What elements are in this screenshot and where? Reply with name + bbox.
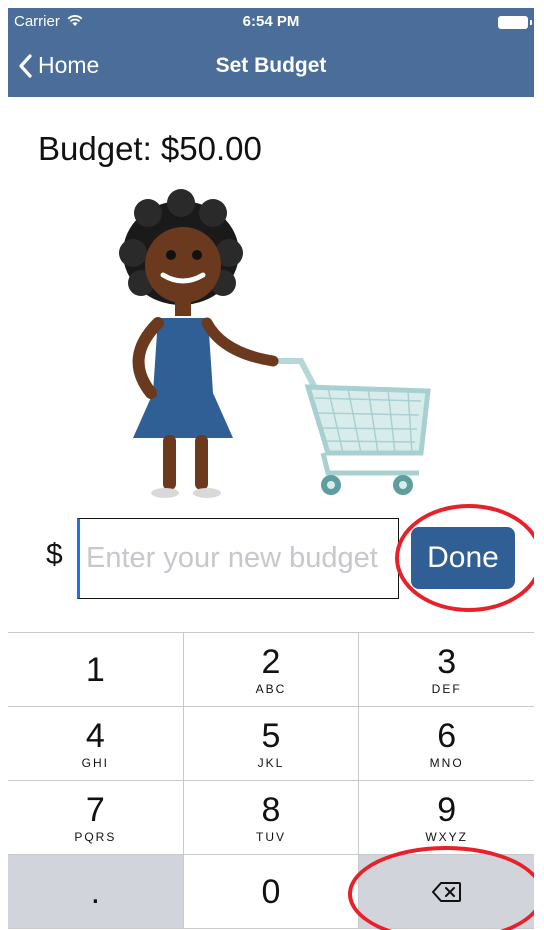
budget-amount-label: Budget: $50.00 — [38, 130, 262, 167]
page-title: Set Budget — [215, 54, 327, 77]
key-9[interactable]: 9 WXYZ — [359, 781, 534, 855]
key-1[interactable]: 1 — [8, 633, 184, 707]
key-5[interactable]: 5 JKL — [183, 707, 360, 781]
battery-icon — [498, 16, 532, 29]
key-7[interactable]: 7 PQRS — [8, 781, 184, 855]
navigation-bar: Carrier 6:54 PM Home Set Budget — [8, 8, 534, 97]
key-delete[interactable] — [359, 855, 534, 929]
keypad-row: 7 PQRS 8 TUV 9 WXYZ — [8, 781, 534, 855]
status-bar: Carrier 6:54 PM — [8, 8, 534, 34]
keypad-row: 4 GHI 5 JKL 6 MNO — [8, 707, 534, 781]
numeric-keypad: 1 2 ABC 3 DEF 4 GHI 5 JKL 6 MNO 7 PQRS 8 TUV 9W… — [8, 632, 534, 930]
keypad-row: 1 2 ABC 3 DEF — [8, 633, 534, 707]
key-4[interactable]: 4 GHI — [8, 707, 184, 781]
girl-with-cart-illustration — [119, 189, 431, 498]
budget-input[interactable] — [77, 518, 399, 599]
status-time: 6:54 PM — [242, 13, 300, 30]
done-button[interactable]: Done — [411, 527, 515, 589]
keypad-row: . 0 — [8, 855, 534, 929]
key-3[interactable]: 3 DEF — [359, 633, 534, 707]
key-2[interactable]: 2 ABC — [183, 633, 360, 707]
key-8[interactable]: 8 TUV — [183, 781, 360, 855]
girl-figure — [119, 189, 279, 498]
key-6[interactable]: 6 MNO — [359, 707, 534, 781]
currency-symbol: $ — [46, 538, 63, 571]
shopping-cart-icon — [270, 358, 431, 495]
key-decimal[interactable]: . — [8, 855, 184, 929]
phone-screen: Carrier 6:54 PM Home Set Budget Budget: … — [8, 8, 534, 930]
key-0[interactable]: 0 — [183, 855, 360, 929]
backspace-icon — [431, 882, 461, 902]
